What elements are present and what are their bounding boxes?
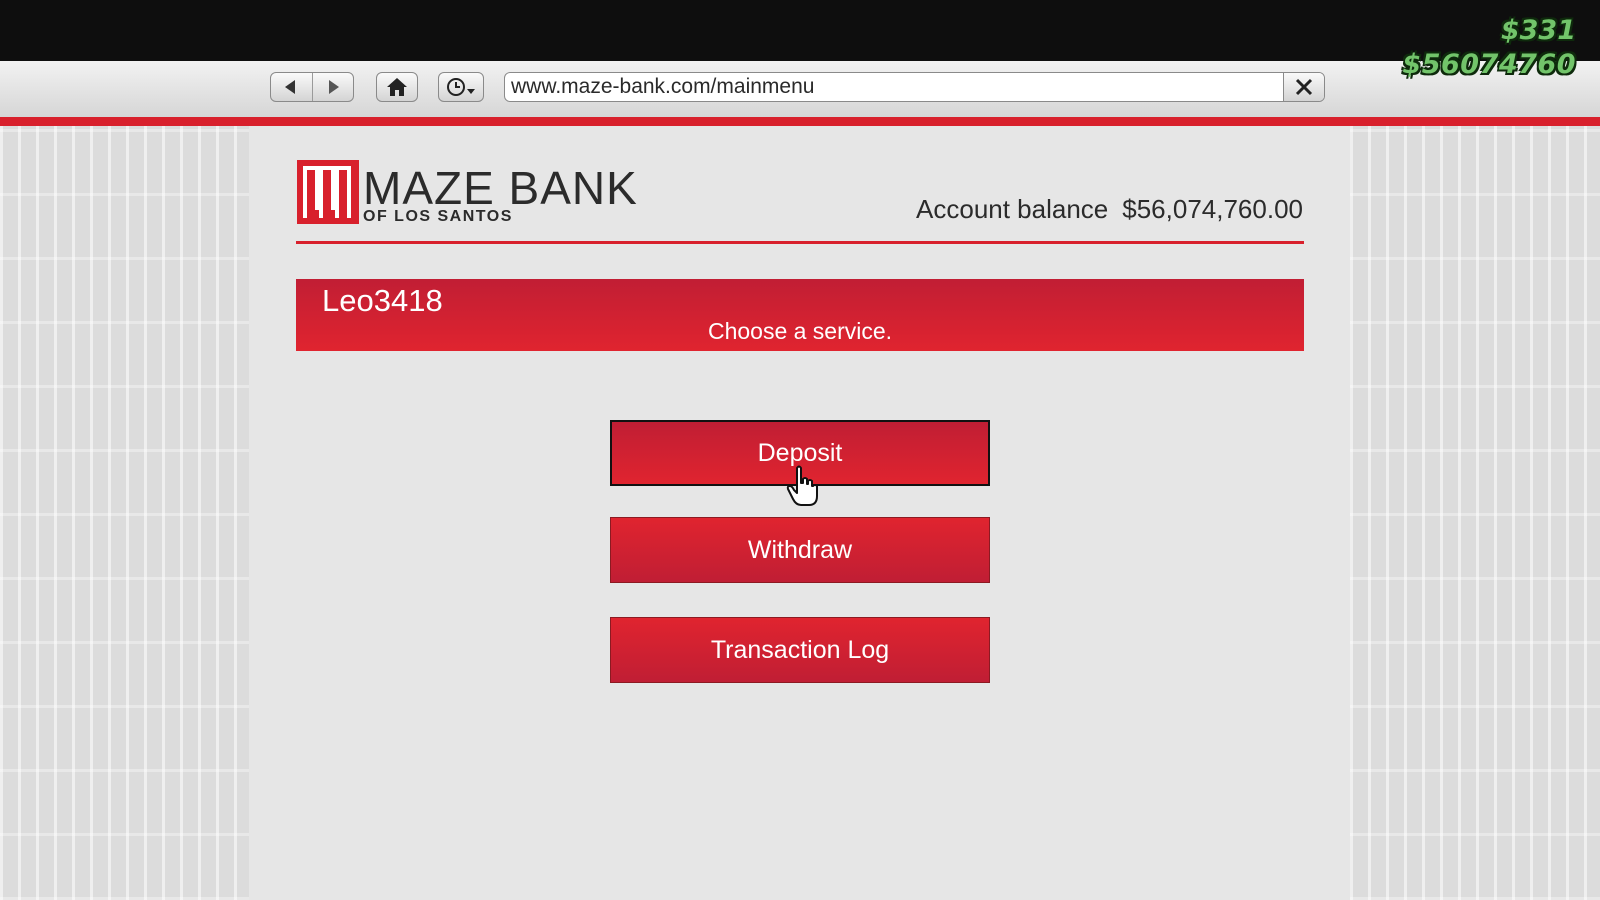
maze-bank-logo[interactable]: MAZE BANK OF LOS SANTOS: [297, 160, 638, 225]
history-button[interactable]: [438, 72, 484, 102]
address-bar[interactable]: www.maze-bank.com/mainmenu: [504, 72, 1325, 102]
logo-wordmark: MAZE BANK OF LOS SANTOS: [363, 162, 638, 225]
maze-logo-icon: [297, 160, 359, 224]
browser-toolbar: www.maze-bank.com/mainmenu: [0, 61, 1600, 118]
withdraw-button[interactable]: Withdraw: [610, 517, 990, 583]
service-prompt: Choose a service.: [707, 318, 893, 344]
top-black-bar: [0, 0, 1600, 61]
history-icon: [447, 78, 475, 96]
balance-label: Account balance: [916, 194, 1109, 224]
username: Leo3418: [322, 283, 443, 318]
hud-bank: $56074760: [1402, 49, 1576, 80]
nav-button-group: [270, 72, 354, 102]
user-banner: Leo3418 Choose a service.: [296, 279, 1304, 351]
forward-button[interactable]: [311, 73, 354, 101]
hand-cursor-icon: [786, 465, 818, 506]
transaction-log-button[interactable]: Transaction Log: [610, 617, 990, 683]
home-button[interactable]: [376, 72, 418, 102]
home-icon: [387, 78, 407, 96]
forward-icon: [328, 80, 339, 94]
balance-value: $56,074,760.00: [1122, 194, 1303, 224]
header-divider: [296, 241, 1304, 244]
hud-cash: $331: [1500, 15, 1576, 46]
account-balance: Account balance $56,074,760.00: [916, 194, 1303, 225]
back-button[interactable]: [271, 73, 312, 101]
close-icon: [1295, 78, 1313, 96]
close-button[interactable]: [1283, 73, 1324, 101]
bank-page: MAZE BANK OF LOS SANTOS Account balance $…: [249, 126, 1350, 900]
browser-red-strip: [0, 117, 1600, 126]
money-hud: $331 $56074760: [1402, 14, 1576, 82]
back-icon: [285, 80, 296, 94]
address-bar-text[interactable]: www.maze-bank.com/mainmenu: [505, 75, 1283, 99]
logo-title: MAZE BANK: [363, 162, 638, 214]
